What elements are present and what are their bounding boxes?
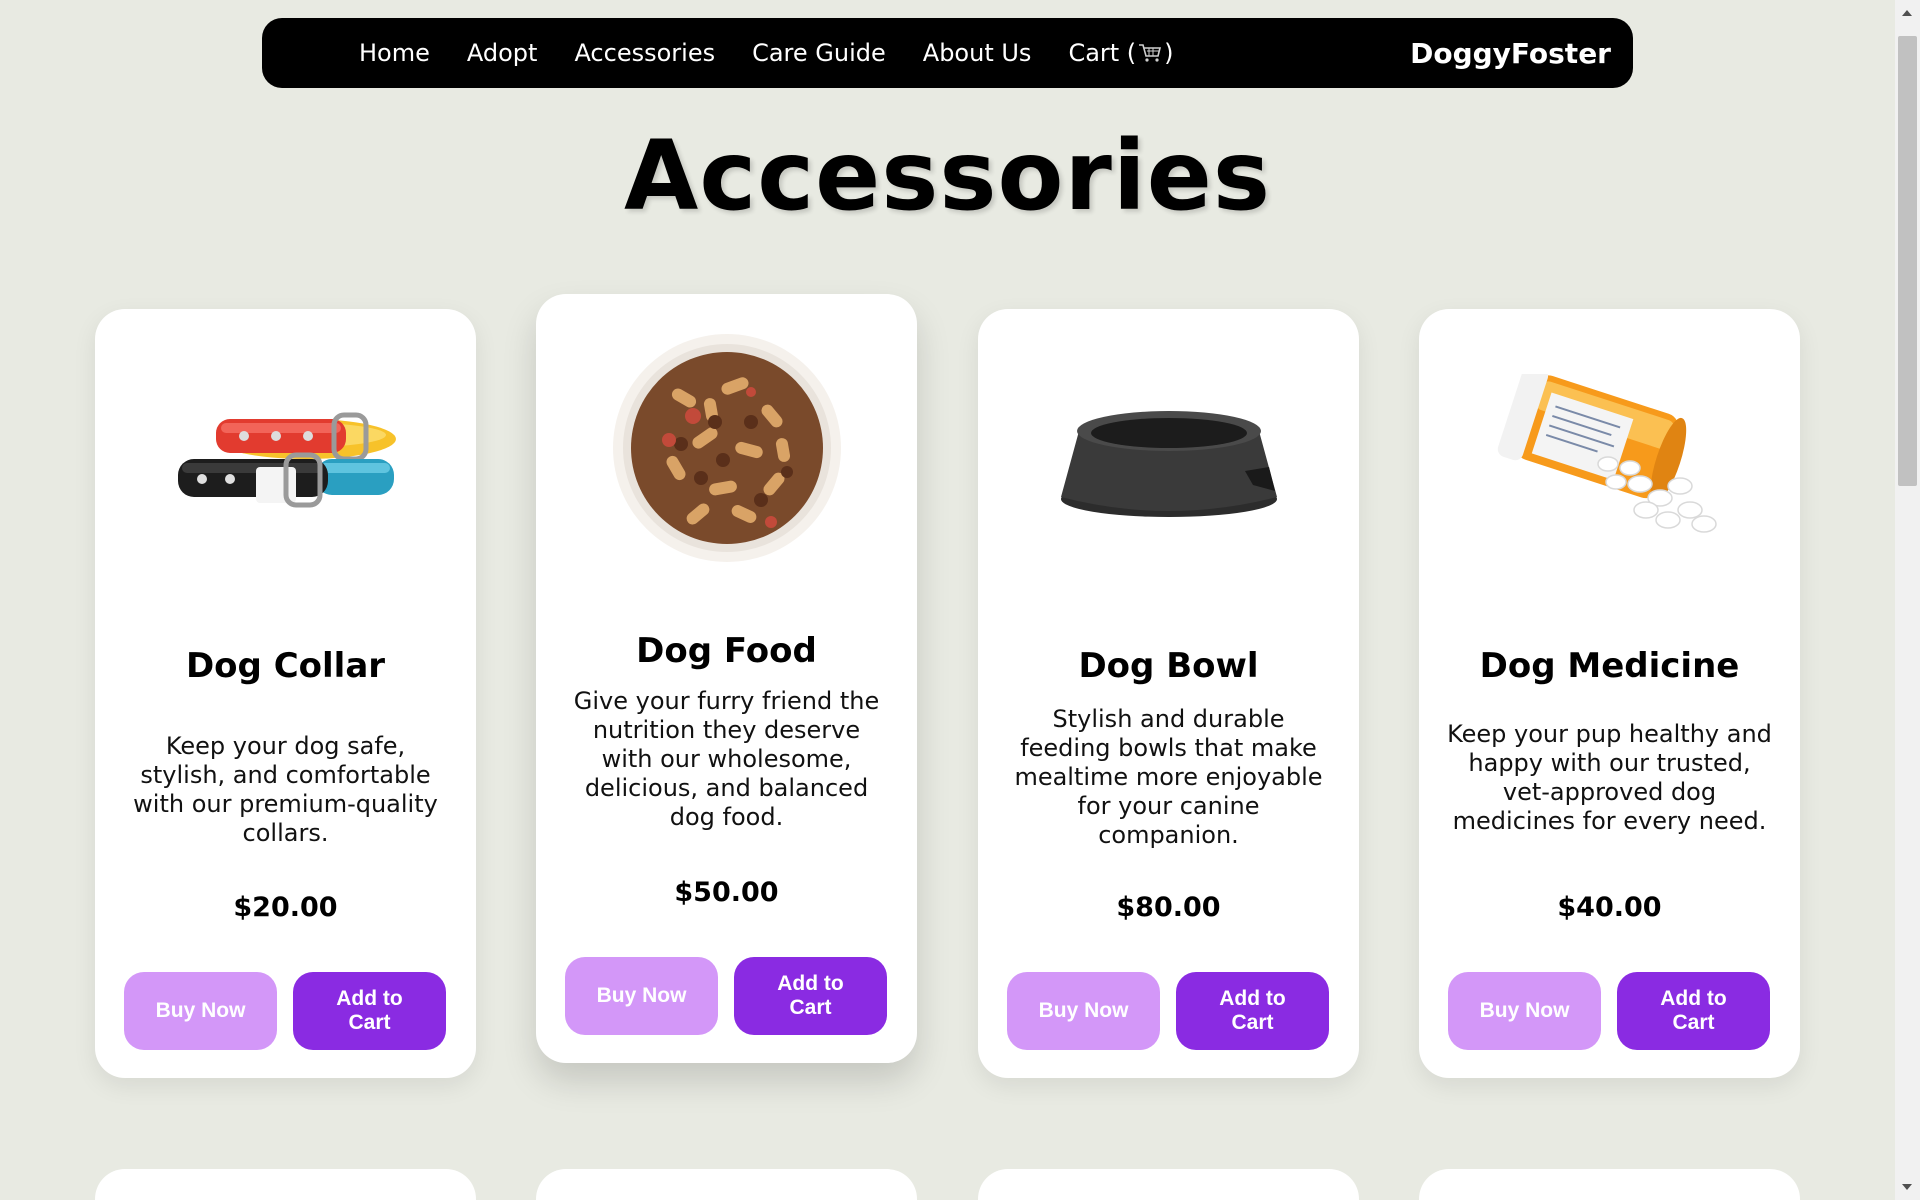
product-title: Dog Bowl: [1078, 646, 1259, 686]
buy-now-button[interactable]: Buy Now: [565, 957, 718, 1035]
brand-logo[interactable]: DoggyFoster: [1410, 37, 1611, 70]
product-image: [978, 349, 1359, 569]
product-card-dog-food: Dog Food Give your furry friend the nutr…: [536, 294, 917, 1063]
product-card-dog-medicine: Dog Medicine Keep your pup healthy and h…: [1419, 309, 1800, 1078]
product-card-stub: [536, 1169, 917, 1200]
nav-link-accessories[interactable]: Accessories: [574, 39, 715, 67]
buy-now-button[interactable]: Buy Now: [1448, 972, 1601, 1050]
product-price: $80.00: [1116, 892, 1221, 923]
shopping-cart-icon: [1139, 44, 1162, 62]
dog-food-bowl-image: [612, 334, 841, 562]
vertical-scrollbar[interactable]: [1895, 0, 1920, 1200]
scroll-up-icon[interactable]: [1902, 10, 1912, 16]
product-card-dog-bowl: Dog Bowl Stylish and durable feeding bow…: [978, 309, 1359, 1078]
product-card-stub: [1419, 1169, 1800, 1200]
product-title: Dog Food: [636, 631, 817, 671]
top-navbar: Home Adopt Accessories Care Guide About …: [262, 18, 1633, 88]
product-title: Dog Medicine: [1479, 646, 1740, 686]
add-to-cart-button[interactable]: Add to Cart: [1617, 972, 1770, 1050]
product-image: [536, 334, 917, 562]
product-image: [1419, 349, 1800, 569]
add-to-cart-button[interactable]: Add to Cart: [734, 957, 887, 1035]
page: Home Adopt Accessories Care Guide About …: [0, 0, 1920, 1200]
nav-link-care-guide[interactable]: Care Guide: [752, 39, 886, 67]
page-title: Accessories: [624, 120, 1271, 232]
scroll-down-icon[interactable]: [1902, 1184, 1912, 1190]
add-to-cart-button[interactable]: Add to Cart: [293, 972, 446, 1050]
product-card-dog-collar: Dog Collar Keep your dog safe, stylish, …: [95, 309, 476, 1078]
nav-link-home[interactable]: Home: [359, 39, 430, 67]
product-description: Keep your dog safe, stylish, and comfort…: [133, 732, 438, 847]
dog-collar-image: [177, 412, 396, 508]
nav-link-cart[interactable]: Cart ( ): [1068, 39, 1173, 67]
product-description: Give your furry friend the nutrition the…: [573, 687, 880, 831]
nav-links: Home Adopt Accessories Care Guide About …: [359, 39, 1211, 67]
product-price: $40.00: [1557, 892, 1662, 923]
cart-suffix: ): [1164, 39, 1174, 67]
buy-now-button[interactable]: Buy Now: [124, 972, 277, 1050]
product-description: Stylish and durable feeding bowls that m…: [1014, 705, 1323, 849]
product-card-stub: [95, 1169, 476, 1200]
scrollbar-thumb[interactable]: [1898, 36, 1917, 486]
product-description: Keep your pup healthy and happy with our…: [1447, 720, 1772, 835]
nav-link-adopt[interactable]: Adopt: [467, 39, 538, 67]
product-title: Dog Collar: [185, 646, 386, 686]
product-image: [95, 349, 476, 569]
add-to-cart-button[interactable]: Add to Cart: [1176, 972, 1329, 1050]
cart-prefix: Cart (: [1068, 39, 1137, 67]
product-price: $50.00: [674, 877, 779, 908]
nav-link-about-us[interactable]: About Us: [923, 39, 1032, 67]
dog-bowl-image: [1060, 411, 1277, 517]
product-price: $20.00: [233, 892, 338, 923]
product-card-stub: [978, 1169, 1359, 1200]
buy-now-button[interactable]: Buy Now: [1007, 972, 1160, 1050]
pill-bottle-image: [1497, 374, 1717, 533]
